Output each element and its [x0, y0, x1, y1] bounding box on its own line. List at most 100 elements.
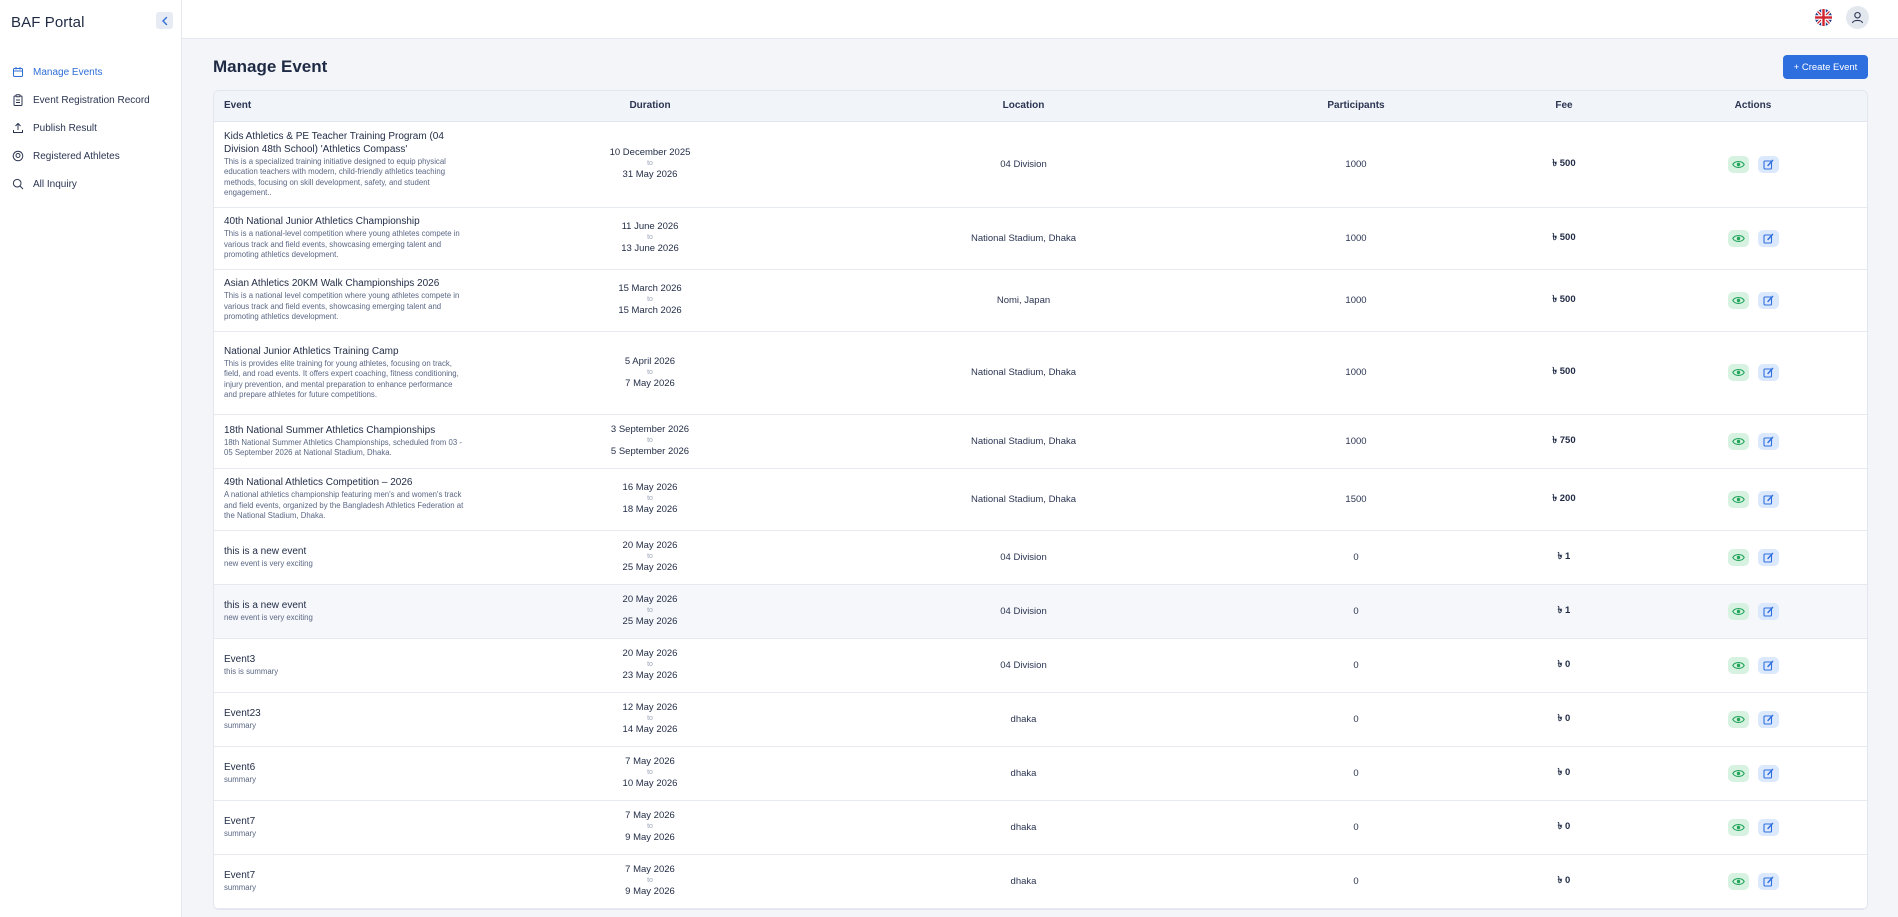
- participants-cell: 0: [1221, 530, 1491, 585]
- duration-cell: 15 March 2026 to 15 March 2026: [474, 269, 826, 332]
- column-header-event[interactable]: Event: [214, 91, 474, 122]
- edit-button[interactable]: [1757, 764, 1779, 782]
- calendar-icon: [13, 67, 23, 77]
- view-button[interactable]: [1727, 229, 1749, 247]
- edit-button[interactable]: [1757, 602, 1779, 620]
- chevron-left-icon: [161, 16, 167, 25]
- fee-cell: ৳ 500: [1491, 269, 1637, 332]
- actions-cell: [1637, 530, 1867, 585]
- sidebar-nav: Manage Events Event Registration Record …: [0, 58, 181, 198]
- edit-button[interactable]: [1757, 490, 1779, 508]
- event-cell: 49th National Athletics Competition – 20…: [214, 468, 474, 531]
- event-title: 18th National Summer Athletics Champions…: [224, 424, 436, 436]
- fee-cell: ৳ 0: [1491, 692, 1637, 747]
- collapse-sidebar-button[interactable]: [156, 12, 173, 29]
- event-cell: Event6 summary: [214, 746, 474, 801]
- event-title: this is a new event: [224, 545, 307, 557]
- eye-icon: [1731, 296, 1745, 304]
- edit-icon: [1762, 367, 1773, 378]
- start-date: 20 May 2026: [622, 594, 678, 605]
- view-button[interactable]: [1727, 490, 1749, 508]
- duration-cell: 12 May 2026 to 14 May 2026: [474, 692, 826, 747]
- eye-icon: [1731, 661, 1745, 669]
- sidebar-item-event-registration-record[interactable]: Event Registration Record: [0, 86, 181, 114]
- create-event-button[interactable]: + Create Event: [1783, 55, 1868, 79]
- view-button[interactable]: [1727, 764, 1749, 782]
- event-summary: This is provides elite training for youn…: [224, 358, 459, 400]
- edit-button[interactable]: [1757, 710, 1779, 728]
- view-button[interactable]: [1727, 710, 1749, 728]
- to-label: to: [647, 877, 653, 884]
- event-title: 49th National Athletics Competition – 20…: [224, 477, 413, 489]
- event-cell: Event3 this is summary: [214, 638, 474, 693]
- event-title: Asian Athletics 20KM Walk Championships …: [224, 278, 440, 290]
- sidebar-item-registered-athletes[interactable]: Registered Athletes: [0, 142, 181, 170]
- sidebar-item-all-inquiry[interactable]: All Inquiry: [0, 170, 181, 198]
- fee-cell: ৳ 200: [1491, 468, 1637, 531]
- badge-icon: [12, 150, 24, 162]
- edit-icon: [1762, 494, 1773, 505]
- event-cell: this is a new event new event is very exc…: [214, 530, 474, 585]
- event-title: 40th National Junior Athletics Champions…: [224, 216, 420, 228]
- edit-button[interactable]: [1757, 818, 1779, 836]
- edit-icon: [1762, 233, 1773, 244]
- participants-cell: 1000: [1221, 207, 1491, 270]
- edit-button[interactable]: [1757, 548, 1779, 566]
- table-row: this is a new event new event is very exc…: [214, 584, 1867, 639]
- participants-cell: 0: [1221, 584, 1491, 639]
- view-button[interactable]: [1727, 155, 1749, 173]
- column-header-fee[interactable]: Fee: [1491, 91, 1637, 122]
- edit-button[interactable]: [1757, 656, 1779, 674]
- table-row: Event7 summary 7 May 2026 to 9 May 2026 dhaka…: [214, 800, 1867, 855]
- view-button[interactable]: [1727, 432, 1749, 450]
- column-header-duration[interactable]: Duration: [474, 91, 826, 122]
- event-summary: summary: [224, 882, 257, 892]
- sidebar-item-manage-events[interactable]: Manage Events: [0, 58, 181, 86]
- event-cell: Event7 summary: [214, 800, 474, 855]
- view-button[interactable]: [1727, 548, 1749, 566]
- participants-cell: 0: [1221, 638, 1491, 693]
- start-date: 10 December 2025: [609, 147, 691, 158]
- uk-flag-icon[interactable]: [1815, 9, 1832, 26]
- user-avatar-button[interactable]: [1846, 6, 1869, 29]
- event-title: Event3: [224, 653, 256, 665]
- edit-button[interactable]: [1757, 229, 1779, 247]
- fee-cell: ৳ 750: [1491, 414, 1637, 469]
- actions-cell: [1637, 746, 1867, 801]
- location-cell: Nomi, Japan: [826, 269, 1221, 332]
- view-button[interactable]: [1727, 602, 1749, 620]
- eye-icon: [1731, 607, 1745, 615]
- event-cell: Asian Athletics 20KM Walk Championships …: [214, 269, 474, 332]
- start-date: 12 May 2026: [622, 702, 678, 713]
- view-button[interactable]: [1727, 656, 1749, 674]
- edit-button[interactable]: [1757, 872, 1779, 890]
- end-date: 31 May 2026: [622, 169, 678, 180]
- app-root: BAF Portal Manage Events Event Registrat…: [0, 0, 1898, 917]
- fee-cell: ৳ 0: [1491, 638, 1637, 693]
- edit-button[interactable]: [1757, 291, 1779, 309]
- view-button[interactable]: [1727, 872, 1749, 890]
- view-button[interactable]: [1727, 818, 1749, 836]
- to-label: to: [647, 715, 653, 722]
- edit-button[interactable]: [1757, 432, 1779, 450]
- sidebar-item-label: Manage Events: [33, 66, 103, 78]
- participants-cell: 0: [1221, 800, 1491, 855]
- event-cell: Event7 summary: [214, 854, 474, 909]
- view-button[interactable]: [1727, 364, 1749, 381]
- duration-cell: 11 June 2026 to 13 June 2026: [474, 207, 826, 270]
- edit-button[interactable]: [1757, 155, 1779, 173]
- participants-cell: 1500: [1221, 468, 1491, 531]
- column-header-participants[interactable]: Participants: [1221, 91, 1491, 122]
- location-cell: 04 Division: [826, 638, 1221, 693]
- upload-icon: [13, 122, 23, 133]
- edit-button[interactable]: [1757, 364, 1779, 381]
- event-summary: summary: [224, 774, 257, 784]
- view-button[interactable]: [1727, 291, 1749, 309]
- app-title: BAF Portal: [11, 14, 85, 31]
- location-cell: National Stadium, Dhaka: [826, 207, 1221, 270]
- participants-cell: 0: [1221, 692, 1491, 747]
- sidebar-item-publish-result[interactable]: Publish Result: [0, 114, 181, 142]
- language-flag: [1815, 9, 1832, 26]
- event-summary: This is a national level competition whe…: [224, 291, 460, 322]
- column-header-location[interactable]: Location: [826, 91, 1221, 122]
